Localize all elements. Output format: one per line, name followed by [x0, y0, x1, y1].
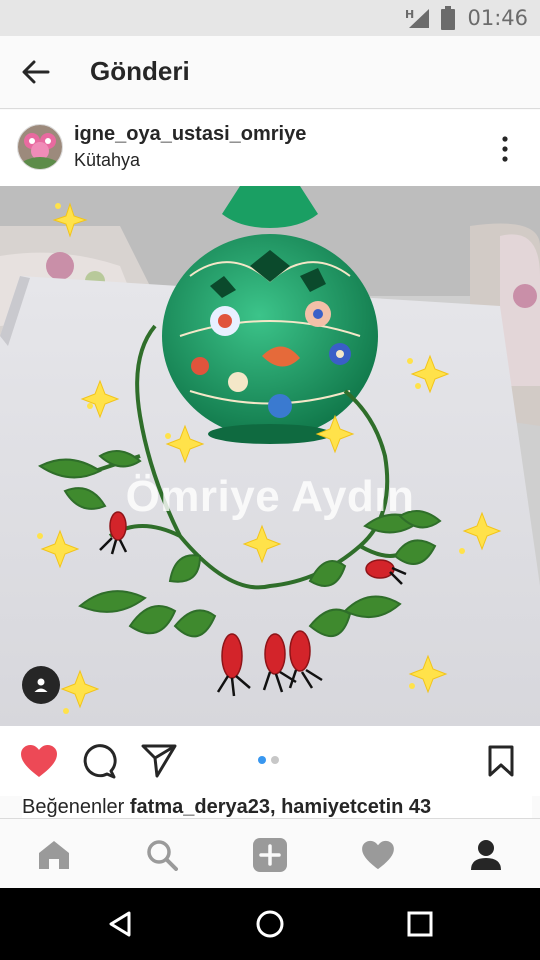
tab-add[interactable]: [250, 835, 290, 875]
more-vertical-icon: [502, 136, 508, 162]
like-button[interactable]: [18, 740, 60, 782]
heart-filled-icon: [21, 745, 57, 777]
carousel-indicator: [258, 756, 279, 764]
likes-line[interactable]: Beğenenler fatma_derya23, hamiyetcetin 4…: [22, 796, 532, 818]
comment-button[interactable]: [78, 740, 120, 782]
user-tag-icon: [34, 678, 48, 692]
post-username[interactable]: igne_oya_ustasi_omriye: [74, 123, 306, 146]
status-bar: H 01:46: [0, 0, 540, 36]
post-actions: [0, 726, 540, 796]
tab-activity[interactable]: [358, 835, 398, 875]
post-image[interactable]: Ömriye Aydın: [0, 186, 540, 726]
network-h-icon: H: [405, 8, 430, 28]
tab-home[interactable]: [34, 835, 74, 875]
app-header: Gönderi: [0, 36, 540, 109]
home-circle-icon: [256, 910, 284, 938]
bottom-tab-bar: [0, 818, 540, 889]
tab-profile[interactable]: [466, 835, 506, 875]
activity-heart-icon: [362, 840, 394, 870]
status-icons: H 01:46: [405, 0, 528, 36]
system-back-button[interactable]: [100, 904, 140, 944]
user-tags-button[interactable]: [22, 666, 60, 704]
add-icon: [253, 838, 287, 872]
likes-names[interactable]: fatma_derya23, hamiyetcetin: [130, 796, 403, 818]
more-options-button[interactable]: [490, 134, 520, 164]
battery-icon: [441, 6, 456, 30]
search-icon: [147, 840, 178, 871]
bookmark-icon: [488, 745, 514, 777]
back-triangle-icon: [109, 911, 131, 937]
back-arrow-icon: [22, 60, 50, 84]
image-watermark: Ömriye Aydın: [125, 472, 415, 521]
recents-square-icon: [407, 911, 433, 937]
post-photo: [0, 186, 540, 726]
carousel-dot-active: [258, 756, 266, 764]
share-button[interactable]: [138, 740, 180, 782]
system-nav-bar: [0, 888, 540, 960]
tab-search[interactable]: [142, 835, 182, 875]
send-icon: [141, 744, 177, 778]
svg-text:H: H: [405, 8, 414, 21]
profile-icon: [471, 840, 501, 870]
system-home-button[interactable]: [250, 904, 290, 944]
likes-more-count[interactable]: 43: [409, 796, 431, 818]
save-button[interactable]: [480, 740, 522, 782]
comment-icon: [83, 744, 117, 779]
back-button[interactable]: [14, 50, 58, 94]
carousel-dot: [271, 756, 279, 764]
status-time: 01:46: [467, 6, 528, 30]
system-recents-button[interactable]: [400, 904, 440, 944]
post-location[interactable]: Kütahya: [74, 150, 140, 171]
avatar[interactable]: [17, 124, 63, 170]
home-icon: [39, 841, 69, 869]
likes-prefix: Beğenenler: [22, 796, 125, 818]
page-title: Gönderi: [90, 56, 190, 86]
post-header: igne_oya_ustasi_omriye Kütahya: [0, 110, 540, 186]
